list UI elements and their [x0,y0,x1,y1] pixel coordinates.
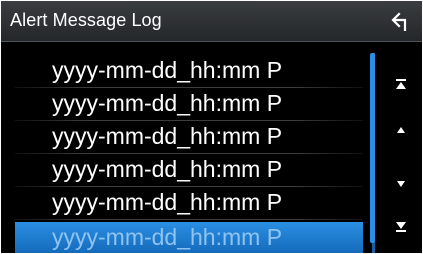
scrollbar-thumb[interactable] [370,53,375,243]
scroll-up-button[interactable] [383,112,419,148]
list-item-label: yyyy-mm-dd_hh:mm P [52,224,283,250]
row-divider [15,219,363,220]
alert-log-list: yyyy-mm-dd_hh:mm P yyyy-mm-dd_hh:mm P yy… [15,55,363,253]
list-item[interactable]: yyyy-mm-dd_hh:mm P [15,88,363,121]
scroll-to-top-button[interactable] [383,67,419,103]
list-item[interactable]: yyyy-mm-dd_hh:mm P [15,55,363,88]
scroll-to-bottom-button[interactable] [383,208,419,244]
scroll-down-button[interactable] [383,166,419,202]
back-arrow-icon [391,12,407,31]
list-item-label: yyyy-mm-dd_hh:mm P [52,189,283,215]
list-item[interactable]: yyyy-mm-dd_hh:mm P [15,121,363,154]
header-bar: Alert Message Log [1,1,422,42]
list-item[interactable]: yyyy-mm-dd_hh:mm P [15,187,363,220]
list-item[interactable]: yyyy-mm-dd_hh:mm P [15,154,363,187]
back-button[interactable] [384,5,418,39]
scroll-up-icon [397,127,405,133]
alert-message-log-screen: Alert Message Log yyyy-mm-dd_hh:mm P yyy… [1,1,422,253]
page-title: Alert Message Log [10,10,162,30]
list-item-label: yyyy-mm-dd_hh:mm P [52,57,283,83]
list-item-label: yyyy-mm-dd_hh:mm P [52,90,283,116]
list-item-label: yyyy-mm-dd_hh:mm P [52,156,283,182]
scroll-down-icon [397,181,405,187]
scroll-to-bottom-icon [396,222,406,232]
scroll-to-top-icon [396,79,406,89]
list-item-selected[interactable]: yyyy-mm-dd_hh:mm P [15,222,363,253]
list-item-label: yyyy-mm-dd_hh:mm P [52,123,283,149]
